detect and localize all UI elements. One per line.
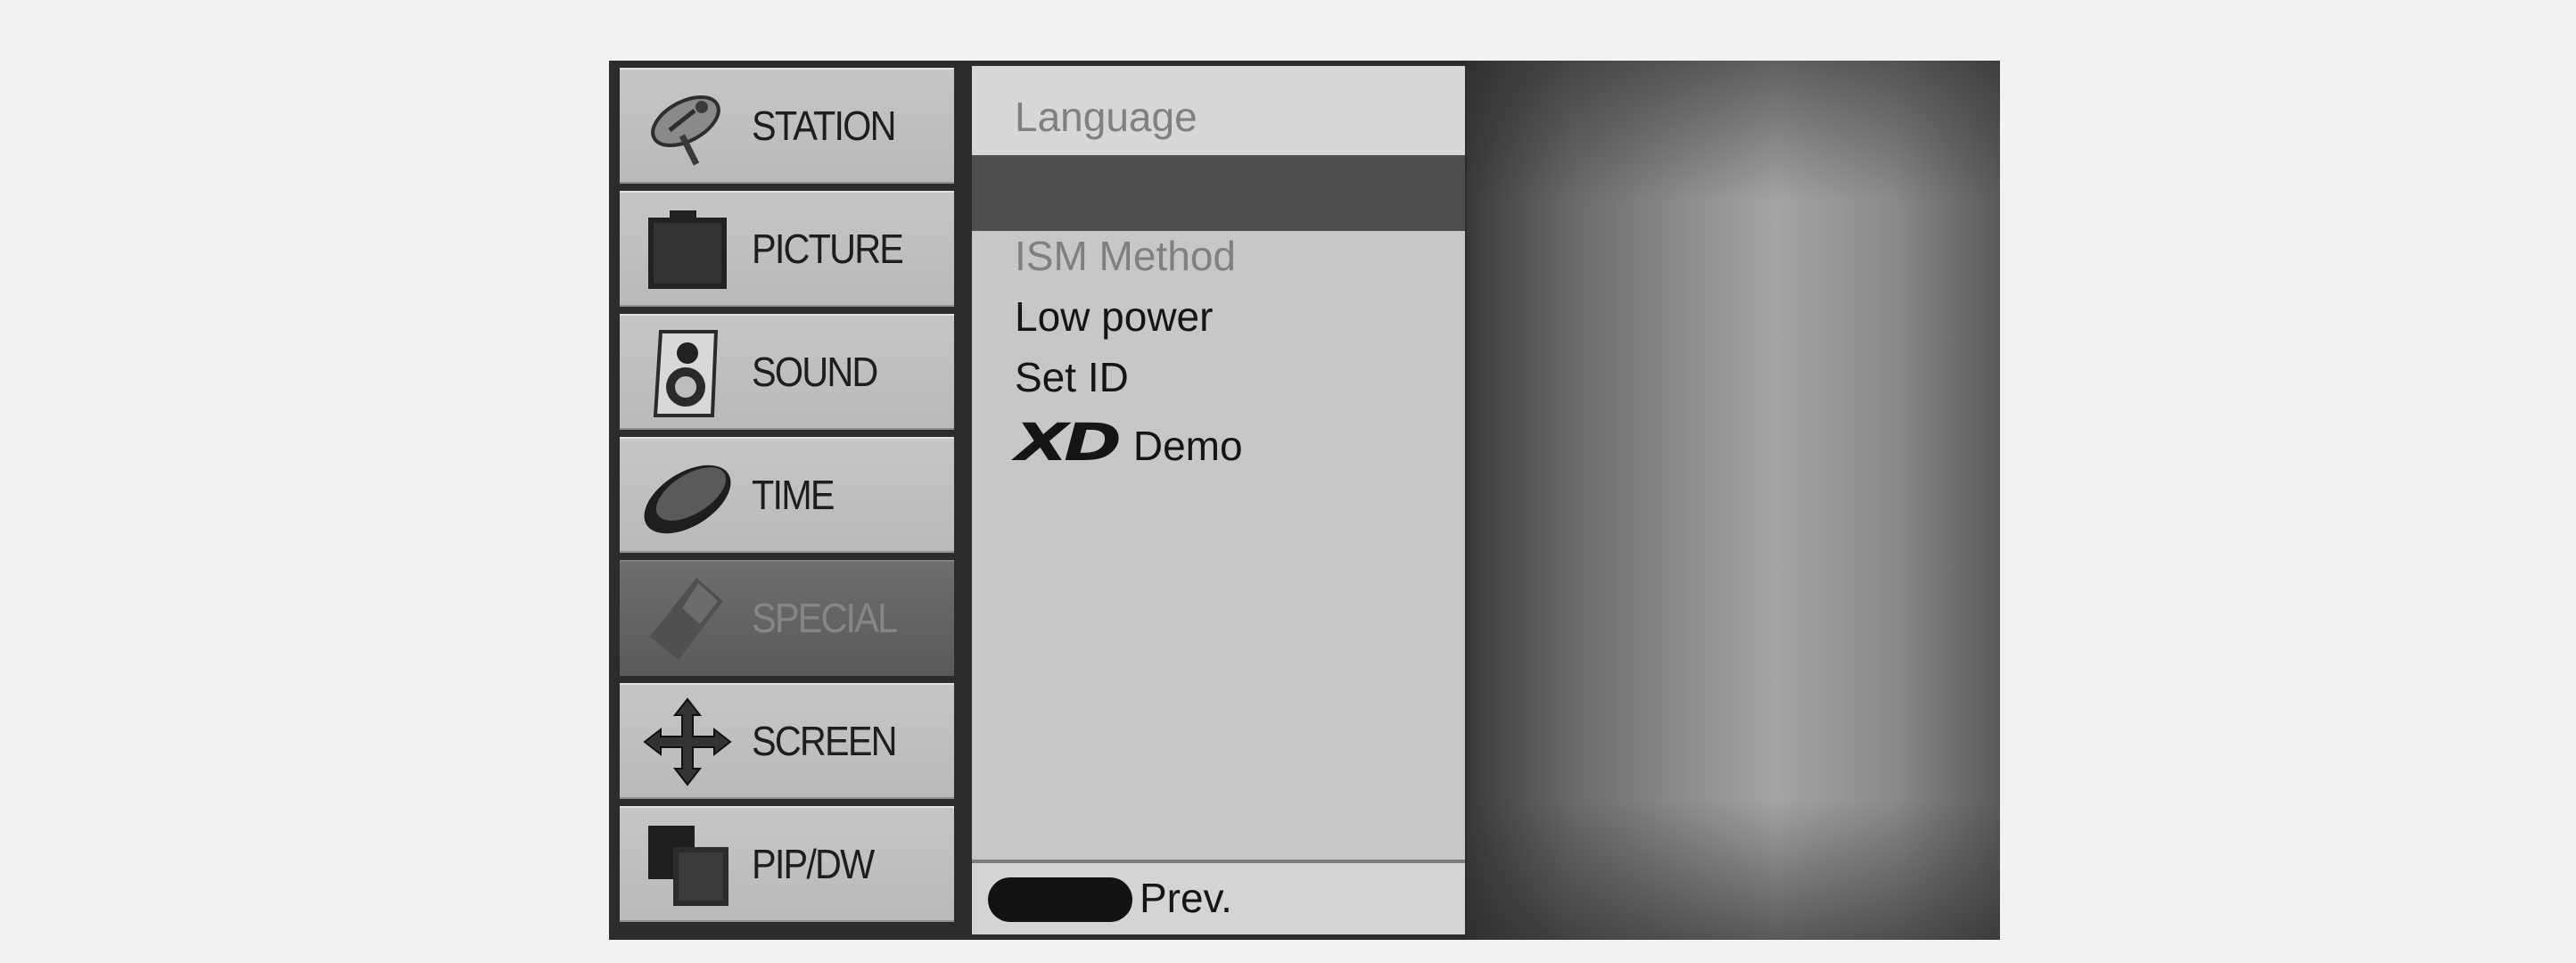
sidebar-item-label: SCREEN <box>752 718 898 764</box>
menu-item-low-power[interactable]: Low power <box>1015 292 1213 341</box>
menu-item-xd-demo[interactable]: XD Demo <box>1015 412 1243 473</box>
sidebar-item-label: STATION <box>752 103 896 149</box>
clock-icon <box>644 465 731 534</box>
special-menu-panel: Language ISM Method Low power Set ID XD D… <box>972 66 1465 934</box>
prev-button[interactable] <box>988 877 1132 922</box>
menu-item-set-id[interactable]: Set ID <box>1015 353 1129 401</box>
xd-logo: XD <box>1015 412 1122 473</box>
picture-icon <box>648 210 727 289</box>
special-icon <box>650 578 723 660</box>
sidebar-item-time[interactable]: TIME <box>620 437 954 553</box>
video-background-area <box>1467 61 2000 940</box>
sidebar-item-label: SPECIAL <box>752 595 898 641</box>
pip-icon <box>648 826 728 906</box>
menu-item-language: Language <box>1015 94 1197 140</box>
sidebar-item-screen[interactable]: SCREEN <box>620 683 954 799</box>
sidebar-item-pip-dw[interactable]: PIP/DW <box>620 806 954 922</box>
sidebar-item-station[interactable]: STATION <box>620 68 954 184</box>
sidebar-item-label: TIME <box>752 472 835 518</box>
move-arrows-icon <box>643 697 732 786</box>
sidebar-item-picture[interactable]: PICTURE <box>620 191 954 307</box>
prev-label: Prev. <box>1140 875 1232 921</box>
menu-item-ism-method[interactable]: ISM Method <box>1015 232 1236 280</box>
sidebar-item-sound[interactable]: SOUND <box>620 314 954 430</box>
satellite-dish-icon <box>651 95 720 166</box>
sidebar-item-label: SOUND <box>752 349 878 395</box>
sidebar-item-label: PIP/DW <box>752 841 875 887</box>
xd-demo-label: Demo <box>1132 423 1243 469</box>
speaker-icon <box>653 330 719 417</box>
footer-bar: Prev. <box>972 860 1465 934</box>
sidebar-item-label: PICTURE <box>752 226 904 272</box>
menu-row-language[interactable]: Language <box>972 66 1465 155</box>
tv-osd-menu: STATION PICTURE SOUND TIME SPECIAL SCREE… <box>609 61 2000 940</box>
sidebar: STATION PICTURE SOUND TIME SPECIAL SCREE… <box>620 68 954 929</box>
selection-highlight <box>972 155 1465 231</box>
sidebar-item-special[interactable]: SPECIAL <box>620 560 954 676</box>
